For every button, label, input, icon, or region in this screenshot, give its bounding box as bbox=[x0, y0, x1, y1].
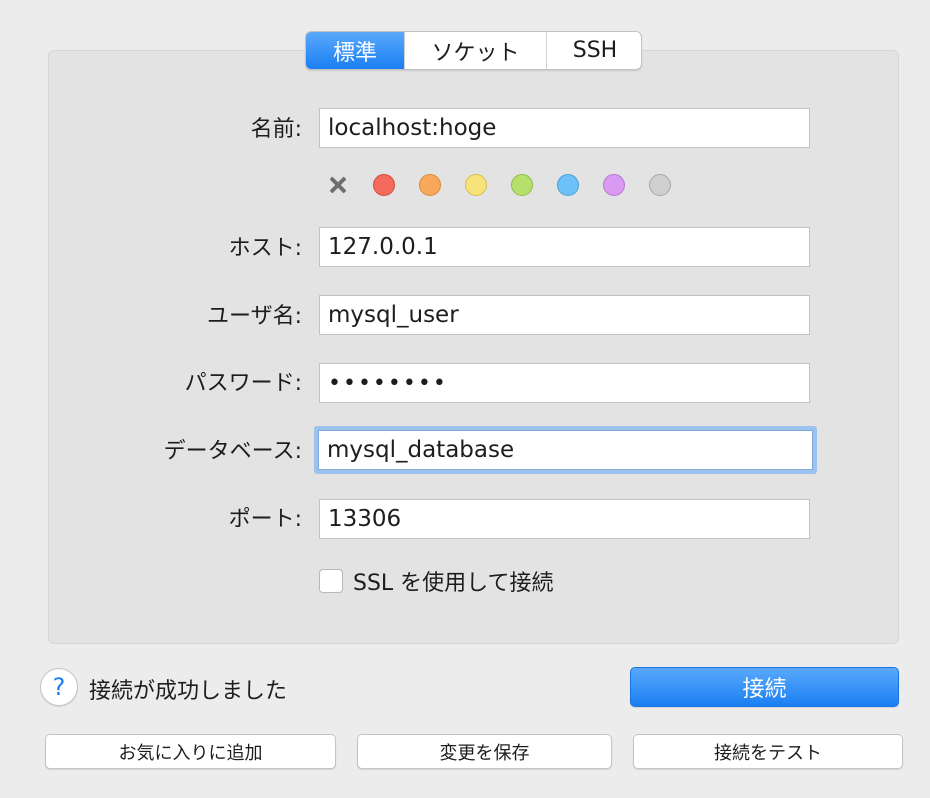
host-label: ホスト: bbox=[228, 236, 302, 261]
add-favorite-button[interactable]: お気に入りに追加 bbox=[45, 734, 336, 769]
color-gray[interactable] bbox=[649, 174, 671, 196]
color-blue[interactable] bbox=[557, 174, 579, 196]
username-input[interactable] bbox=[319, 295, 810, 335]
color-green[interactable] bbox=[511, 174, 533, 196]
color-red[interactable] bbox=[373, 174, 395, 196]
database-label: データベース: bbox=[163, 439, 302, 464]
help-button[interactable]: ? bbox=[40, 668, 78, 706]
database-input[interactable] bbox=[314, 426, 817, 474]
save-changes-button[interactable]: 変更を保存 bbox=[357, 734, 612, 769]
ssl-option: SSL を使用して接続 bbox=[319, 565, 554, 597]
password-label: パスワード: bbox=[184, 371, 302, 396]
host-input[interactable] bbox=[319, 227, 810, 267]
ssl-checkbox[interactable] bbox=[319, 569, 343, 593]
clear-color-icon[interactable] bbox=[327, 174, 349, 196]
tab-socket[interactable]: ソケット bbox=[405, 32, 547, 69]
tab-ssh[interactable]: SSH bbox=[547, 32, 641, 69]
help-icon: ? bbox=[52, 673, 66, 701]
port-input[interactable] bbox=[319, 499, 810, 539]
connect-button[interactable]: 接続 bbox=[630, 667, 899, 707]
test-connection-button[interactable]: 接続をテスト bbox=[633, 734, 903, 769]
tab-standard[interactable]: 標準 bbox=[306, 32, 405, 69]
port-label: ポート: bbox=[228, 507, 302, 532]
name-input[interactable] bbox=[319, 108, 810, 148]
ssl-label[interactable]: SSL を使用して接続 bbox=[353, 565, 554, 597]
color-purple[interactable] bbox=[603, 174, 625, 196]
name-label: 名前: bbox=[250, 117, 302, 142]
username-label: ユーザ名: bbox=[207, 304, 302, 329]
color-orange[interactable] bbox=[419, 174, 441, 196]
color-picker bbox=[327, 174, 695, 196]
color-yellow[interactable] bbox=[465, 174, 487, 196]
password-input[interactable] bbox=[319, 363, 810, 403]
status-message: 接続が成功しました bbox=[89, 679, 288, 704]
connection-type-tabs: 標準 ソケット SSH bbox=[305, 31, 642, 70]
